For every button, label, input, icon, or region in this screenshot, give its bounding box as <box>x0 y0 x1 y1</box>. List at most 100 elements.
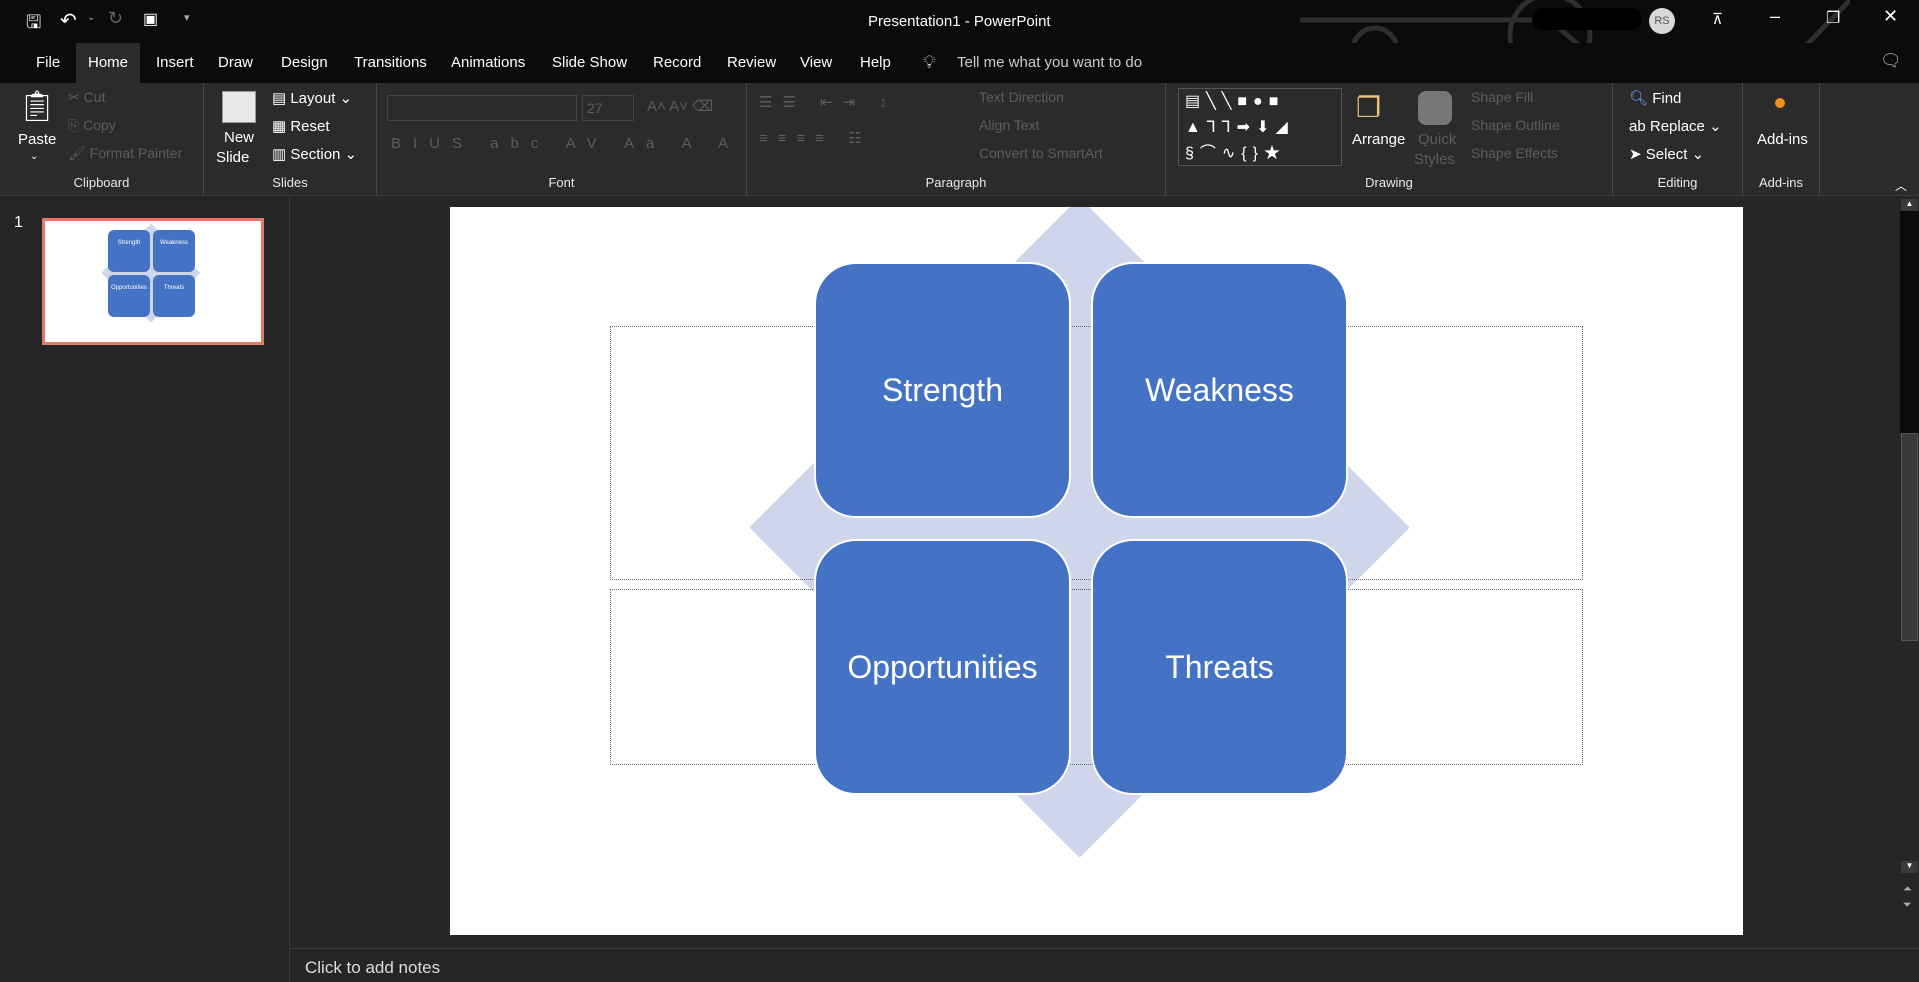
save-icon[interactable]: 🖫 <box>26 10 41 40</box>
ribbon-tabs: File Home Insert Draw Design Transitions… <box>0 43 1919 83</box>
reset-icon: ▦ <box>272 118 291 135</box>
copy-button[interactable]: ⎘ Copy <box>68 117 116 134</box>
thumb-box: Threats <box>153 275 195 317</box>
notes-pane[interactable]: Click to add notes <box>290 948 1919 982</box>
slide-canvas[interactable]: Strength Weakness Opportunities Threats <box>450 207 1743 935</box>
tab-slide-show[interactable]: Slide Show <box>540 43 639 83</box>
slides-label: Slides <box>272 175 308 190</box>
find-button[interactable]: 🔍︎ Find <box>1629 89 1681 107</box>
swot-box-weakness[interactable]: Weakness <box>1091 262 1348 518</box>
search-icon: 🔍︎ <box>1629 90 1653 107</box>
tab-review[interactable]: Review <box>715 43 788 83</box>
thumb-box: Weakness <box>153 230 195 272</box>
addins-button[interactable]: Add-ins <box>1757 131 1808 148</box>
scroll-down-button[interactable]: ▼ <box>1901 861 1918 873</box>
new-slide-button[interactable]: New <box>224 129 254 146</box>
tab-record[interactable]: Record <box>641 43 713 83</box>
alignment-buttons[interactable]: ≡≡≡≡ ☷ <box>759 129 872 147</box>
ribbon: 📋︎ Paste ⌄ ✂ Cut ⎘ Copy 🖌︎ Format Painte… <box>0 83 1919 196</box>
select-button[interactable]: ➤ Select ⌄ <box>1629 145 1704 163</box>
arrange-icon: ❐ <box>1356 92 1382 123</box>
slide-thumbnails-pane: 1 Strength Weakness Opportunities Threat… <box>0 197 290 982</box>
present-icon[interactable]: ▣ <box>143 9 158 29</box>
font-format-buttons[interactable]: BIUS abc AV Aa A A <box>391 135 740 152</box>
drawing-label: Drawing <box>1365 175 1413 190</box>
section-button[interactable]: ▥ Section ⌄ <box>272 145 357 163</box>
font-group: 27 A˄ A˅ ⌫ BIUS abc AV Aa A A Font <box>377 83 747 196</box>
convert-smartart-button[interactable]: Convert to SmartArt <box>979 145 1103 161</box>
tab-insert[interactable]: Insert <box>144 43 206 83</box>
cut-button[interactable]: ✂ Cut <box>68 89 105 106</box>
ribbon-display-options-icon[interactable]: ⊼ <box>1712 10 1723 28</box>
scissors-icon: ✂ <box>68 89 84 105</box>
scroll-track[interactable] <box>1900 211 1919 433</box>
paste-button[interactable]: Paste <box>18 131 56 148</box>
tab-help[interactable]: Help <box>848 43 903 83</box>
font-name-input[interactable] <box>387 95 577 121</box>
swot-box-threats[interactable]: Threats <box>1091 539 1348 795</box>
tell-me-search[interactable]: Tell me what you want to do <box>957 54 1142 71</box>
shapes-gallery[interactable]: ▤╲╲■●■ ▲⅂⅂➡⬇◢ §⌒∿{}★ <box>1178 88 1342 166</box>
customize-qat-icon[interactable]: ▾ <box>184 11 190 24</box>
tab-view[interactable]: View <box>788 43 844 83</box>
shape-fill-button[interactable]: Shape Fill <box>1471 89 1533 105</box>
paste-icon[interactable]: 📋︎ <box>18 89 56 124</box>
section-icon: ▥ <box>272 146 291 163</box>
font-size-buttons[interactable]: A˄ A˅ ⌫ <box>647 97 713 115</box>
undo-icon[interactable]: ↶ <box>60 8 77 33</box>
minimize-button[interactable]: – <box>1770 6 1780 27</box>
slide-number: 1 <box>14 214 23 231</box>
tab-home[interactable]: Home <box>76 43 141 83</box>
redacted-username <box>1532 8 1642 30</box>
swot-box-strength[interactable]: Strength <box>814 262 1071 518</box>
swot-box-opportunities[interactable]: Opportunities <box>814 539 1071 795</box>
tab-transitions[interactable]: Transitions <box>342 43 439 83</box>
slide-thumbnail[interactable]: Strength Weakness Opportunities Threats <box>42 218 264 345</box>
close-button[interactable]: ✕ <box>1883 6 1898 27</box>
font-label: Font <box>548 175 575 190</box>
addins-group: Add-ins Add-ins <box>1743 83 1820 196</box>
redo-icon[interactable]: ↻ <box>108 8 123 29</box>
paragraph-label: Paragraph <box>925 175 987 190</box>
vertical-scrollbar[interactable]: ▲ ▼ ⏶ ⏷ <box>1900 197 1919 939</box>
new-slide-icon[interactable] <box>222 91 256 123</box>
tab-file[interactable]: File <box>24 43 72 83</box>
restore-button[interactable]: ❐ <box>1826 8 1840 28</box>
font-size-input[interactable]: 27 <box>582 95 634 121</box>
title-bar: 🖫 ↶ ⌄ ↻ ▣ ▾ Presentation1 - PowerPoint R… <box>0 0 1919 83</box>
thumb-box: Strength <box>108 230 150 272</box>
new-slide-button-line2[interactable]: Slide <box>216 149 249 166</box>
paragraph-group: ☰☰ ⇤⇥ ↕ ≡≡≡≡ ☷ Text Direction Align Text… <box>747 83 1166 196</box>
drawing-group: ▤╲╲■●■ ▲⅂⅂➡⬇◢ §⌒∿{}★ Arrange ❐ Quick Style… <box>1166 83 1613 196</box>
replace-button[interactable]: ab Replace ⌄ <box>1629 117 1722 135</box>
previous-slide-icon[interactable]: ⏶ <box>1903 883 1912 896</box>
paste-dropdown-icon[interactable]: ⌄ <box>30 151 38 162</box>
format-painter-button[interactable]: 🖌︎ Format Painter <box>68 145 182 162</box>
scroll-up-button[interactable]: ▲ <box>1901 199 1918 211</box>
comments-icon[interactable]: 🗨︎ <box>1880 51 1902 71</box>
list-buttons[interactable]: ☰☰ ⇤⇥ ↕ <box>759 93 897 111</box>
reset-button[interactable]: ▦ Reset <box>272 117 330 135</box>
quick-styles-button[interactable]: Quick <box>1418 131 1456 148</box>
text-direction-button[interactable]: Text Direction <box>979 89 1064 105</box>
addins-label: Add-ins <box>1758 175 1804 190</box>
collapse-ribbon-icon[interactable]: ︿ <box>1895 177 1907 194</box>
window-title: Presentation1 - PowerPoint <box>868 13 1051 30</box>
thumb-box: Opportunities <box>108 275 150 317</box>
shape-outline-button[interactable]: Shape Outline <box>1471 117 1560 133</box>
tab-design[interactable]: Design <box>269 43 340 83</box>
scroll-thumb[interactable] <box>1901 433 1918 641</box>
tab-animations[interactable]: Animations <box>439 43 537 83</box>
avatar[interactable]: RS <box>1649 8 1675 34</box>
undo-dropdown-icon[interactable]: ⌄ <box>87 12 95 23</box>
arrange-button[interactable]: Arrange <box>1352 131 1405 148</box>
shape-effects-button[interactable]: Shape Effects <box>1471 145 1558 161</box>
editing-label: Editing <box>1657 175 1698 190</box>
tab-draw[interactable]: Draw <box>206 43 265 83</box>
layout-button[interactable]: ▤ Layout ⌄ <box>272 89 352 107</box>
notes-placeholder[interactable]: Click to add notes <box>305 958 440 978</box>
replace-icon: ab <box>1629 118 1650 135</box>
next-slide-icon[interactable]: ⏷ <box>1903 899 1912 912</box>
quick-styles-button-line2[interactable]: Styles <box>1414 151 1455 168</box>
align-text-button[interactable]: Align Text <box>979 117 1039 133</box>
